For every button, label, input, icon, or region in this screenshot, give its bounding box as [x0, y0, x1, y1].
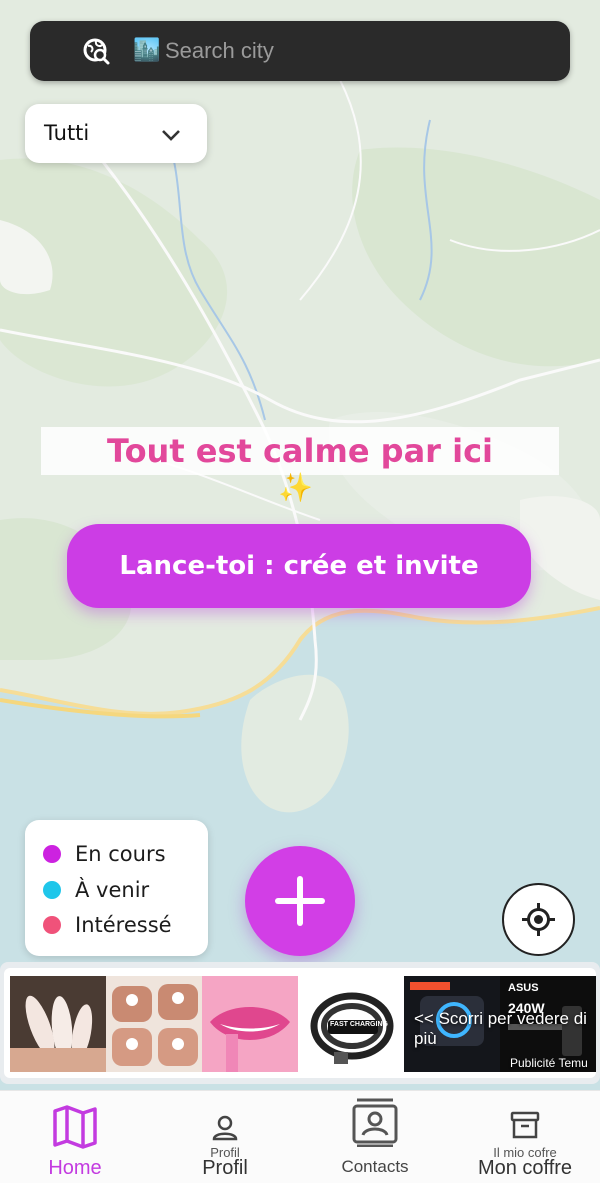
user-icon [212, 1115, 238, 1141]
ad-carousel[interactable]: FAST CHARGING ASUS 240W << Scorri per ve… [0, 962, 600, 1084]
search-bar[interactable]: 🏙️ [30, 21, 570, 81]
nav-label-profil: Profil [202, 1157, 248, 1179]
nav-item-home[interactable]: Home [0, 1091, 150, 1183]
chevron-down-icon [162, 130, 180, 141]
sparkles-emoji: ✨ [278, 471, 313, 504]
nav-item-mon-coffre[interactable]: Il mio cofre Mon coffre [450, 1091, 600, 1183]
empty-state-title: Tout est calme par ici [41, 427, 559, 475]
scroll-hint-text: << Scorri per vedere di più [414, 1009, 587, 1048]
globe-search-icon[interactable] [82, 37, 112, 67]
legend-dot [43, 916, 61, 934]
ad-product-cable[interactable]: FAST CHARGING [304, 976, 400, 1072]
add-event-button[interactable] [245, 846, 355, 956]
legend-label: À venir [75, 878, 150, 902]
filter-selected-value: Tutti [44, 121, 90, 145]
plus-icon [275, 876, 325, 926]
nav-item-contacts[interactable]: Contacts [300, 1091, 450, 1183]
search-input[interactable] [165, 34, 565, 68]
nav-label-mon-coffre: Mon coffre [477, 1157, 573, 1179]
nails-image-icon [106, 976, 202, 1072]
nav-label-contacts: Contacts [341, 1157, 409, 1176]
nav-item-profil[interactable]: Profil Profil [150, 1091, 300, 1183]
ad-product-nails-2[interactable] [106, 976, 202, 1072]
nails-image-icon [10, 976, 106, 1072]
charger-label: FAST CHARGING [330, 1021, 388, 1028]
legend-item-interesse: Intéressé [43, 910, 172, 940]
legend-dot [43, 881, 61, 899]
archive-icon [510, 1111, 540, 1139]
legend-item-en-cours: En cours [43, 839, 166, 869]
create-and-invite-button[interactable]: Lance-toi : crée et invite [67, 524, 531, 608]
legend-label: En cours [75, 842, 166, 866]
nav-label-home: Home [48, 1157, 102, 1179]
asus-brand-label: ASUS [508, 982, 539, 994]
status-legend: En cours À venir Intéressé [25, 820, 208, 956]
ad-product-lipgloss[interactable] [202, 976, 298, 1072]
category-filter-dropdown[interactable]: Tutti [25, 104, 207, 163]
contacts-icon [352, 1098, 398, 1147]
my-location-button[interactable] [502, 883, 575, 956]
crosshair-icon [522, 903, 555, 936]
legend-label: Intéressé [75, 913, 172, 937]
bottom-navigation: Home Profil Profil Contacts Il mio cofre… [0, 1090, 600, 1183]
map-icon [53, 1105, 97, 1149]
legend-item-a-venir: À venir [43, 875, 149, 905]
city-icon: 🏙️ [133, 38, 161, 63]
legend-dot [43, 845, 61, 863]
publicite-label: Publicité Temu [510, 1056, 588, 1070]
lips-image-icon [202, 976, 298, 1072]
create-and-invite-label: Lance-toi : crée et invite [119, 551, 479, 581]
ad-product-nails[interactable] [10, 976, 106, 1072]
